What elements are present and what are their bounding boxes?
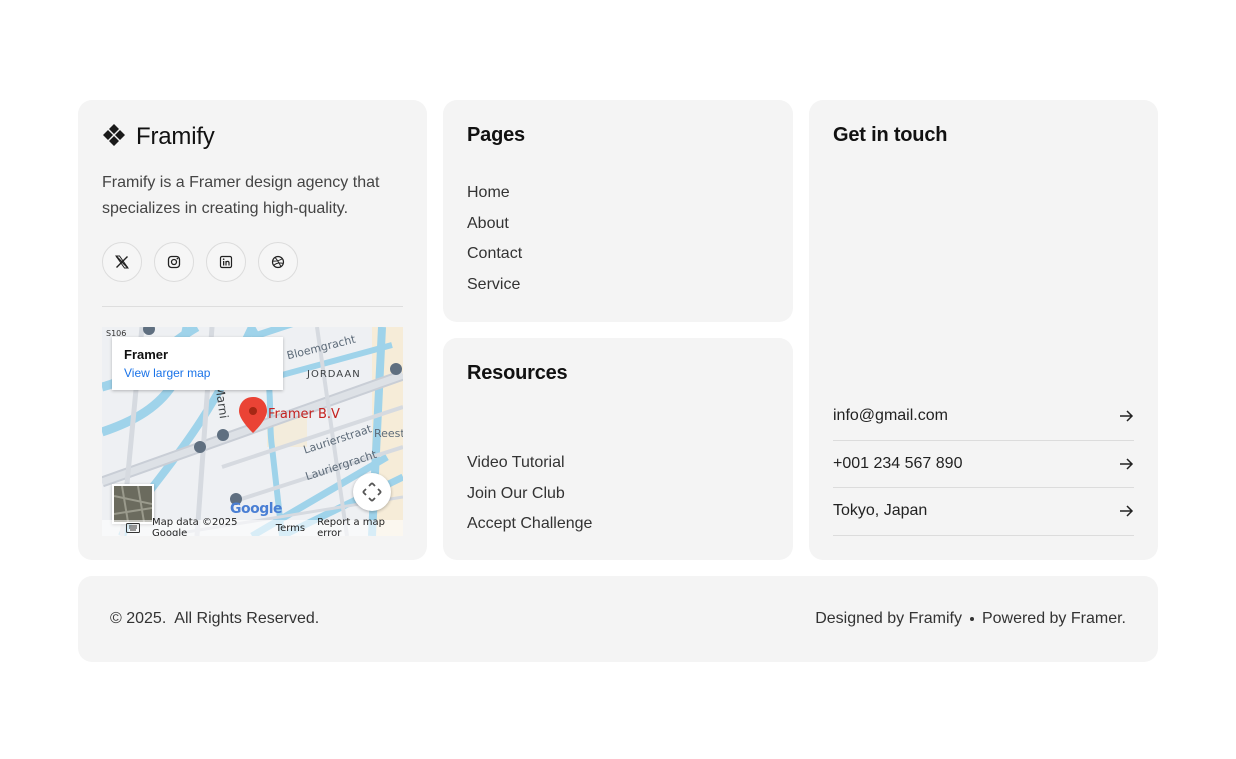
- contact-title: Get in touch: [833, 124, 948, 146]
- satellite-thumbnail-icon: [114, 486, 152, 522]
- footer-credits: Designed by Framify Powered by Framer.: [815, 610, 1126, 628]
- contact-list: info@gmail.com +001 234 567 890 Tokyo, J…: [833, 393, 1134, 536]
- brand-logo[interactable]: Framify: [102, 123, 403, 152]
- contact-location: Tokyo, Japan: [833, 502, 928, 520]
- google-logo: Google: [230, 501, 283, 517]
- contact-email: info@gmail.com: [833, 407, 948, 425]
- designed-by-link[interactable]: Designed by Framify: [815, 610, 962, 628]
- map-label-reest: Reest: [374, 427, 403, 440]
- map-report-link[interactable]: Report a map error: [317, 517, 403, 536]
- map-popup: Framer View larger map: [112, 337, 283, 390]
- resources-links: Video Tutorial Join Our Club Accept Chal…: [467, 453, 592, 545]
- nav-link-about[interactable]: About: [467, 214, 769, 245]
- powered-by-link[interactable]: Powered by Framer.: [982, 610, 1126, 628]
- pages-title: Pages: [467, 124, 525, 146]
- footer-bar: © 2025. All Rights Reserved. Designed by…: [78, 576, 1158, 662]
- map-terms-link[interactable]: Terms: [276, 523, 305, 534]
- keyboard-icon[interactable]: [126, 523, 140, 536]
- social-links: [102, 242, 403, 282]
- contact-phone: +001 234 567 890: [833, 454, 963, 472]
- map-pin-label: Framer B.V: [268, 407, 340, 422]
- x-link[interactable]: [102, 242, 142, 282]
- divider: [102, 306, 403, 307]
- instagram-link[interactable]: [154, 242, 194, 282]
- dribbble-link[interactable]: [258, 242, 298, 282]
- resources-card: Resources Video Tutorial Join Our Club A…: [443, 338, 793, 560]
- map-label-jordaan: JORDAAN: [307, 369, 361, 380]
- contact-email-row[interactable]: info@gmail.com: [833, 393, 1134, 441]
- instagram-icon: [167, 255, 181, 269]
- nav-link-home[interactable]: Home: [467, 183, 769, 214]
- pages-links: Home About Contact Service: [467, 183, 769, 306]
- linkedin-icon: [219, 255, 233, 269]
- arrow-right-icon: [1120, 410, 1134, 422]
- linkedin-link[interactable]: [206, 242, 246, 282]
- map-fullscreen-button[interactable]: [353, 473, 391, 511]
- contact-card: Get in touch info@gmail.com +001 234 567…: [809, 100, 1158, 560]
- dribbble-icon: [271, 255, 285, 269]
- nav-link-contact[interactable]: Contact: [467, 244, 769, 275]
- pages-card: Pages Home About Contact Service: [443, 100, 793, 322]
- resource-link-video-tutorial[interactable]: Video Tutorial: [467, 453, 592, 484]
- arrow-right-icon: [1120, 505, 1134, 517]
- contact-location-row[interactable]: Tokyo, Japan: [833, 488, 1134, 536]
- separator-dot: [969, 617, 974, 621]
- framify-logo-icon: [102, 123, 126, 152]
- embedded-map[interactable]: Bloemgracht JORDAAN Marni Laurierstraat …: [102, 327, 403, 536]
- expand-arrows-icon: [362, 482, 382, 502]
- resource-link-join-our-club[interactable]: Join Our Club: [467, 484, 592, 515]
- x-icon: [115, 255, 129, 269]
- contact-phone-row[interactable]: +001 234 567 890: [833, 441, 1134, 488]
- map-data-text: Map data ©2025 Google: [152, 517, 238, 536]
- brand-card: Framify Framify is a Framer design agenc…: [78, 100, 427, 560]
- arrow-right-icon: [1120, 458, 1134, 470]
- map-footer: Map data ©2025 Google Terms Report a map…: [102, 517, 403, 536]
- copyright-text: © 2025. All Rights Reserved.: [110, 610, 320, 627]
- brand-description: Framify is a Framer design agency that s…: [102, 174, 380, 217]
- view-larger-map-link[interactable]: View larger map: [124, 366, 271, 380]
- satellite-toggle[interactable]: [112, 484, 154, 524]
- resources-title: Resources: [467, 362, 568, 384]
- nav-link-service[interactable]: Service: [467, 275, 769, 306]
- map-popup-title: Framer: [124, 347, 169, 362]
- resource-link-accept-challenge[interactable]: Accept Challenge: [467, 514, 592, 545]
- brand-name: Framify: [136, 123, 215, 150]
